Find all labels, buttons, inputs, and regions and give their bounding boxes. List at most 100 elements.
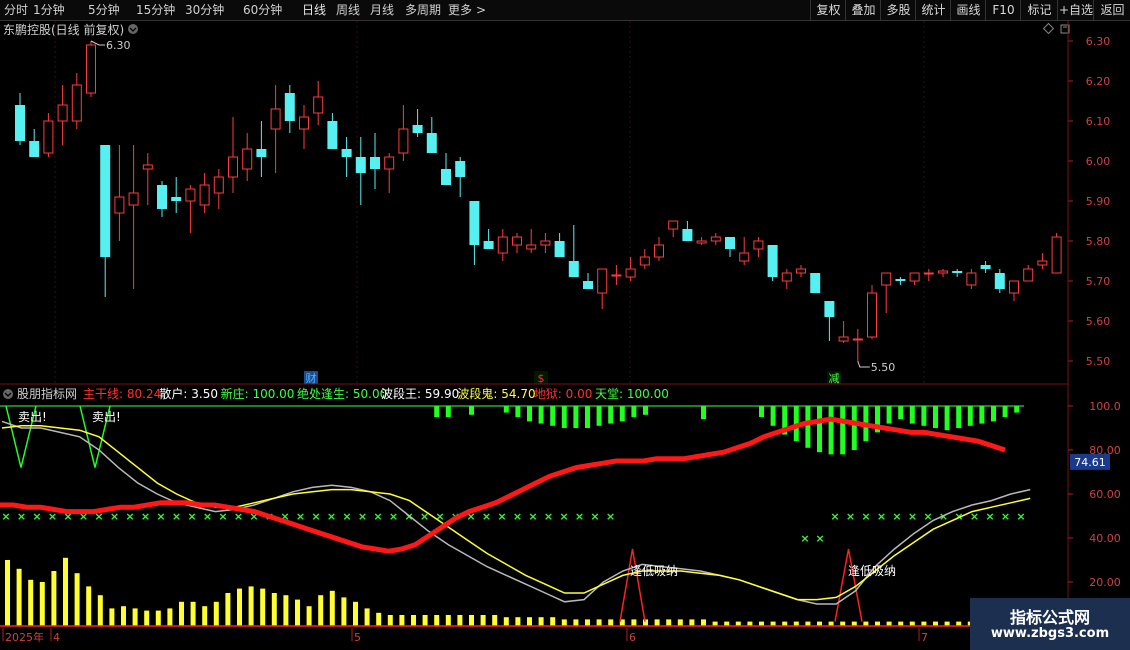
candle-body <box>512 236 522 246</box>
period-tab-0[interactable]: 分时 <box>4 2 28 18</box>
buy-label: 逢低吸纳 <box>630 564 678 578</box>
indicator-value-6: 地狱: 0.00 <box>534 387 593 401</box>
signal-x: × <box>32 510 41 523</box>
candle-body <box>938 270 948 274</box>
event-label: 财 <box>306 371 317 385</box>
candle-body <box>568 261 579 277</box>
yellow-bar <box>376 612 382 626</box>
candle-body <box>540 240 551 246</box>
green-bar <box>770 406 776 426</box>
chart-area: 6.30 5.50 6.30 6.20 6.10 6.00 5.90 5.80 5.70 5.6… <box>0 21 1121 650</box>
candle-body <box>497 236 508 254</box>
yellow-bar <box>248 586 254 626</box>
toolbar-button-4[interactable]: 画线 <box>950 0 986 20</box>
toolbar-button-7[interactable]: +自选 <box>1057 0 1094 20</box>
candle-body <box>639 256 650 266</box>
green-bar <box>585 406 590 428</box>
candle-body <box>710 236 721 242</box>
candle-body <box>1051 236 1062 274</box>
candle-body <box>242 148 253 170</box>
candle-body <box>952 271 963 273</box>
green-bar <box>991 406 996 422</box>
layout-icon[interactable] <box>1042 22 1055 35</box>
yellow-bar <box>306 606 312 626</box>
signal-x: × <box>830 510 839 523</box>
candle-body <box>909 272 920 282</box>
period-tab-4[interactable]: 30分钟 <box>185 2 224 18</box>
time-label: 6 <box>629 631 636 644</box>
candle-body <box>483 241 494 249</box>
indicator-settings-icon[interactable] <box>3 389 13 399</box>
period-tab-8[interactable]: 月线 <box>370 2 394 18</box>
signal-x: × <box>373 510 382 523</box>
green-bar <box>967 406 973 426</box>
indicator-axis: 100.080.0060.0040.0020.0074.61 <box>1068 400 1121 589</box>
period-tab-10[interactable]: 更多 > <box>448 2 486 18</box>
yellow-bar <box>202 606 208 626</box>
period-tab-9[interactable]: 多周期 <box>405 2 441 18</box>
yellow-bar <box>5 560 10 626</box>
period-tab-1[interactable]: 1分钟 <box>33 2 65 18</box>
settings-icon[interactable] <box>128 24 138 34</box>
toolbar-button-1[interactable]: 叠加 <box>845 0 881 20</box>
candle-body <box>781 272 792 282</box>
candlestick-series: 6.30 5.50 <box>15 39 1062 374</box>
candle-body <box>327 121 338 149</box>
yellow-bar <box>144 610 150 626</box>
green-bar <box>561 406 567 428</box>
yellow-bar <box>74 573 80 626</box>
yellow-bar <box>573 619 579 626</box>
toolbar-button-2[interactable]: 多股 <box>880 0 916 20</box>
green-bar <box>608 406 614 424</box>
candle-body <box>526 244 537 250</box>
signal-x: × <box>861 510 870 523</box>
signal-x: × <box>544 510 553 523</box>
indicator-value-1: 散户: 3.50 <box>159 386 218 401</box>
signal-x: × <box>1001 510 1010 523</box>
yellow-bar <box>271 593 277 626</box>
yellow-bar <box>515 617 521 626</box>
signal-x: × <box>846 510 855 523</box>
green-bar <box>503 406 509 413</box>
toolbar-button-6[interactable]: 标记 <box>1020 0 1058 20</box>
signal-x: × <box>513 510 522 523</box>
toolbar-button-3[interactable]: 统计 <box>915 0 951 20</box>
signal-x: × <box>218 510 227 523</box>
chevron-right-icon: > <box>476 3 487 17</box>
toolbar-button-5[interactable]: F10 <box>985 0 1021 20</box>
period-tab-6[interactable]: 日线 <box>302 2 326 18</box>
green-bar <box>805 406 811 448</box>
price-tick-label: 6.30 <box>1086 35 1111 48</box>
green-bar <box>921 406 927 426</box>
yellow-bar <box>469 615 474 626</box>
yellow-bar <box>341 597 347 626</box>
candle-body <box>412 125 423 133</box>
candle-body <box>654 244 664 258</box>
yellow-bar <box>689 619 695 626</box>
indicator-tick-label: 100.0 <box>1089 400 1121 413</box>
candle-body <box>157 185 167 209</box>
period-tab-2[interactable]: 5分钟 <box>88 2 120 18</box>
signal-x: × <box>800 532 809 545</box>
price-tick-label: 6.20 <box>1086 75 1111 88</box>
sell-label: 卖出! <box>92 410 121 424</box>
candle-body <box>1037 260 1048 266</box>
yellow-bar <box>51 571 57 626</box>
candle-body <box>838 336 849 342</box>
signal-x: × <box>187 510 196 523</box>
toolbar-button-8[interactable]: 返回 <box>1093 0 1130 20</box>
period-tab-7[interactable]: 周线 <box>336 2 360 18</box>
period-tab-5[interactable]: 60分钟 <box>243 2 282 18</box>
signal-x: × <box>985 510 994 523</box>
time-label: 5 <box>354 631 361 644</box>
time-label: 4 <box>53 631 60 644</box>
toolbar-button-0[interactable]: 复权 <box>810 0 846 20</box>
low-price-label: 5.50 <box>871 361 896 374</box>
high-price-label: 6.30 <box>106 39 131 52</box>
period-tab-3[interactable]: 15分钟 <box>136 2 175 18</box>
yellow-bar <box>411 615 416 626</box>
candle-body <box>810 273 821 293</box>
candle-body <box>668 220 679 230</box>
indicator-value-5: 波段鬼: 54.70 <box>457 386 535 401</box>
watermark: 指标公式网 www.zbgs3.com <box>970 598 1130 650</box>
